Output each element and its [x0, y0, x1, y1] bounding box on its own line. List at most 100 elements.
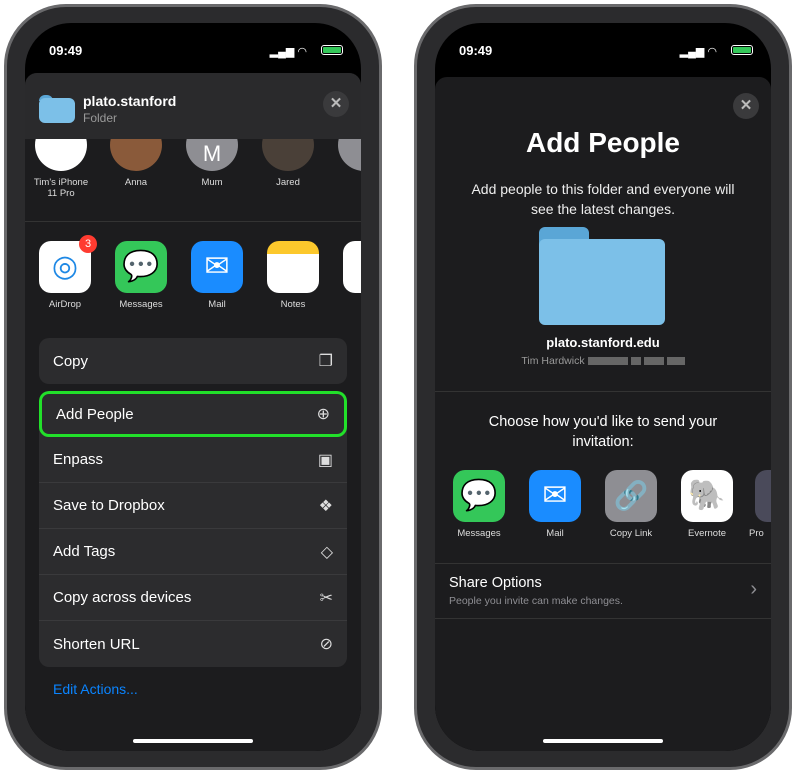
app-other[interactable]: Or [333, 241, 361, 310]
contact-name: N [328, 177, 362, 188]
contact-name: Jared [276, 177, 300, 188]
evernote-icon: 🐘 [681, 470, 733, 522]
app-icon [755, 470, 771, 522]
badge: 3 [79, 235, 97, 253]
action-label: Enpass [53, 451, 104, 468]
wifi-icon: ▂▄▆ ◠ [269, 46, 307, 58]
link-icon: 🔗 [605, 470, 657, 522]
notch [518, 23, 688, 49]
right-phone: 09:49 ▂▄▆ ◠ ✕ Add People Add people to t… [414, 4, 792, 770]
action-label: Add People [56, 405, 134, 423]
app-label: AirDrop [48, 299, 82, 310]
contact-tims-iphone[interactable]: Tim's iPhone 11 Pro [25, 139, 97, 199]
action-save-to-dropbox[interactable]: Save to Dropbox ❖ [39, 483, 347, 529]
mail-icon: ✉ [191, 241, 243, 293]
app-evernote[interactable]: 🐘 Evernote [671, 470, 743, 539]
home-indicator[interactable] [543, 739, 663, 743]
app-label: Mail [208, 299, 226, 310]
app-label: Messages [457, 528, 501, 539]
header-title: plato.stanford [83, 93, 177, 109]
app-icon [343, 241, 361, 293]
app-label: Mail [546, 528, 564, 539]
edit-actions-link[interactable]: Edit Actions... [53, 681, 138, 697]
action-label: Copy [53, 352, 89, 370]
airdrop-icon: ◎ 3 [39, 235, 97, 293]
action-enpass[interactable]: Enpass ▣ [39, 437, 347, 483]
divider [435, 618, 771, 619]
action-label: Copy across devices [53, 589, 192, 606]
app-label: Copy Link [609, 528, 653, 539]
contact-avatar: M [186, 139, 238, 171]
battery-icon [731, 45, 753, 55]
app-label: Notes [280, 299, 306, 310]
contact-avatar [110, 139, 162, 171]
contact-avatar [262, 139, 314, 171]
app-mail[interactable]: ✉ Mail [181, 241, 253, 310]
contact-name: Tim's iPhone [33, 177, 89, 188]
copy-group: Copy ❐ [39, 338, 347, 384]
contact-jared[interactable]: Jared [252, 139, 324, 188]
share-options-row[interactable]: Share Options People you invite can make… [435, 564, 771, 618]
contact-n[interactable]: N [328, 139, 361, 188]
sheet-header: plato.stanford Folder ✕ [25, 73, 361, 139]
screen: 09:49 ▂▄▆ ◠ plato.stanford Folder ✕ Tim'… [25, 23, 361, 751]
action-label: Save to Dropbox [53, 497, 165, 514]
choose-prompt: Choose how you'd like to send your invit… [488, 414, 718, 450]
close-button[interactable]: ✕ [733, 93, 759, 119]
mail-icon: ✉ [529, 470, 581, 522]
action-copy[interactable]: Copy ❐ [39, 338, 347, 384]
action-add-people[interactable]: Add People ⊕ [39, 391, 347, 437]
battery-icon [321, 45, 343, 55]
app-messages[interactable]: 💬 Messages [443, 470, 515, 539]
tag-icon: ◇ [320, 543, 333, 561]
person-add-icon: ⊕ [316, 406, 330, 423]
description: Add people to this folder and everyone w… [471, 181, 735, 217]
keyhole-icon: ▣ [317, 451, 333, 469]
status-time: 09:49 [459, 43, 493, 58]
chevron-right-icon: › [750, 578, 757, 600]
left-phone: 09:49 ▂▄▆ ◠ plato.stanford Folder ✕ Tim'… [4, 4, 382, 770]
scissors-icon: ✂ [319, 589, 333, 607]
messages-icon: 💬 [115, 241, 167, 293]
status-time: 09:49 [49, 43, 83, 58]
header-subtitle: Folder [83, 111, 118, 125]
doc-on-doc-icon: ❐ [318, 353, 333, 370]
app-label: Or [333, 299, 361, 310]
app-copy-link[interactable]: 🔗 Copy Link [595, 470, 667, 539]
app-messages[interactable]: 💬 Messages [105, 241, 177, 310]
owner-line: Tim Hardwick [435, 355, 771, 367]
action-add-tags[interactable]: Add Tags ◇ [39, 529, 347, 575]
notes-icon [267, 241, 319, 293]
share-sheet: plato.stanford Folder ✕ Tim's iPhone 11 … [25, 73, 361, 751]
add-people-sheet: ✕ Add People Add people to this folder a… [435, 77, 771, 751]
compass-icon: ⊘ [319, 636, 333, 653]
folder-name: plato.stanford.edu [546, 335, 660, 350]
contact-mum[interactable]: M Mum [176, 139, 248, 188]
action-shorten-url[interactable]: Shorten URL ⊘ [39, 621, 347, 667]
app-label: Evernote [687, 528, 727, 539]
contact-avatar [338, 139, 361, 171]
app-notes[interactable]: Notes [257, 241, 329, 310]
folder-icon [39, 95, 75, 123]
contact-anna[interactable]: Anna [100, 139, 172, 188]
app-label: Pro [749, 528, 764, 539]
share-options-subtitle: People you invite can make changes. [449, 595, 623, 607]
contact-sub: 11 Pro [47, 188, 75, 199]
owner-name: Tim Hardwick [521, 355, 585, 367]
wifi-icon: ▂▄▆ ◠ [679, 46, 717, 58]
app-mail[interactable]: ✉ Mail [519, 470, 591, 539]
contact-avatar [35, 139, 87, 171]
divider [25, 221, 361, 222]
action-copy-across-devices[interactable]: Copy across devices ✂ [39, 575, 347, 621]
contacts-row: Tim's iPhone 11 Pro Anna M Mum Jared N [25, 139, 361, 221]
contact-name: Mum [201, 177, 223, 188]
page-title: Add People [525, 127, 680, 158]
action-label: Shorten URL [53, 635, 140, 653]
app-airdrop[interactable]: ◎ 3 AirDrop [29, 235, 101, 310]
app-other[interactable] [755, 470, 771, 522]
close-button[interactable]: ✕ [323, 91, 349, 117]
dropbox-icon: ❖ [318, 497, 333, 515]
home-indicator[interactable] [133, 739, 253, 743]
actions-group: Add People ⊕ Enpass ▣ Save to Dropbox ❖ Add… [39, 391, 347, 667]
notch [108, 23, 278, 49]
